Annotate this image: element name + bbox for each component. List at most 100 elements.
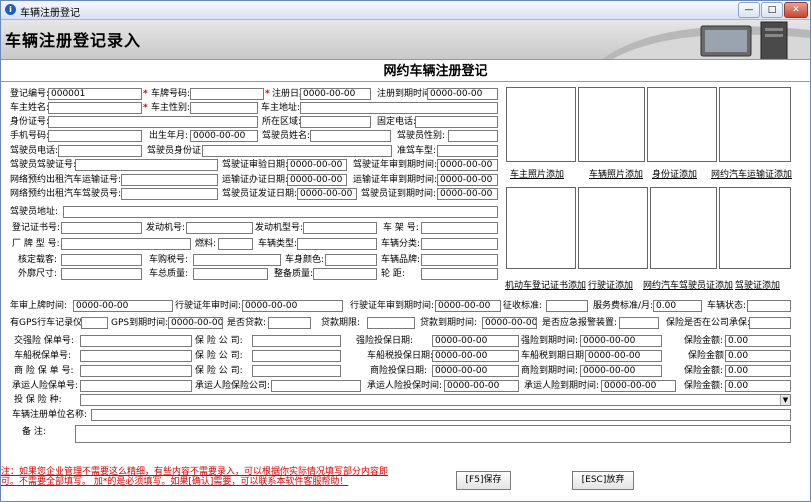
idno-input[interactable] (48, 116, 258, 128)
alarm-input[interactable] (619, 317, 659, 329)
commercial-amount-input[interactable]: 0.00 (725, 365, 791, 377)
factory-input[interactable] (61, 238, 191, 250)
purchase-tax-input[interactable] (193, 254, 281, 266)
gps-expire-input[interactable]: 0000-00-00 (168, 317, 223, 329)
loan-input[interactable] (268, 317, 311, 329)
owner-input[interactable] (48, 102, 142, 114)
fee-standard-input[interactable] (546, 300, 588, 312)
add-id-card-link[interactable]: 身份证添加 (652, 167, 697, 180)
transport-cert-photo-box[interactable] (719, 87, 791, 162)
add-driving-license-link[interactable]: 行驶证添加 (588, 278, 633, 291)
ci-policy-input[interactable] (80, 335, 192, 347)
cancel-button[interactable]: [ESC]放弃 (572, 471, 634, 490)
chevron-down-icon[interactable]: ▼ (780, 395, 790, 405)
id-card-photo-box[interactable] (647, 87, 717, 162)
save-button[interactable]: [F5]保存 (456, 471, 511, 490)
driver-addr-input[interactable] (63, 206, 498, 218)
driver-cert-input[interactable] (121, 188, 218, 200)
owner-photo-box[interactable] (506, 87, 576, 162)
commercial-expire-input[interactable]: 0000-00-00 (580, 365, 662, 377)
carrier-amount-input[interactable]: 0.00 (725, 380, 791, 392)
loan-expire-input[interactable]: 0000-00-00 (482, 317, 537, 329)
carrier-expire-input[interactable]: 0000-00-00 (601, 380, 676, 392)
brand-input[interactable] (421, 254, 498, 266)
loan-term-input[interactable] (367, 317, 415, 329)
tax-policy-input[interactable] (80, 350, 192, 362)
insurance-kind-select[interactable]: ▼ (80, 394, 791, 406)
add-reg-cert-link[interactable]: 机动车登记证书添加 (505, 278, 586, 291)
tax-expire-input[interactable]: 0000-00-00 (585, 350, 662, 362)
driver-cert-photo-box[interactable] (650, 187, 717, 269)
frame-input[interactable] (421, 222, 498, 234)
commercial-date-input[interactable]: 0000-00-00 (432, 365, 519, 377)
fuel-input[interactable] (218, 238, 253, 250)
ci-amount-input[interactable]: 0.00 (725, 335, 791, 347)
ins-company-input[interactable] (749, 317, 791, 329)
tax-date-input[interactable]: 0000-00-00 (432, 350, 519, 362)
driver-phone-input[interactable] (58, 145, 142, 157)
reg-no-input[interactable]: 000001 (48, 88, 142, 100)
cert-issue-input[interactable]: 0000-00-00 (297, 188, 357, 200)
commercial-policy-input[interactable] (80, 365, 192, 377)
carrier-policy-input[interactable] (80, 380, 192, 392)
allowed-type-input[interactable] (437, 145, 498, 157)
commercial-company-input[interactable] (252, 365, 341, 377)
vehicle-photo-box[interactable] (578, 87, 645, 162)
seats-input[interactable] (61, 254, 142, 266)
vehicle-type-input[interactable] (297, 238, 377, 250)
ci-date-input[interactable]: 0000-00-00 (432, 335, 519, 347)
service-fee-input[interactable]: 0.00 (653, 300, 702, 312)
reg-expire-input[interactable]: 0000-00-00 (427, 88, 498, 100)
plate-input[interactable] (190, 88, 264, 100)
area-input[interactable] (300, 116, 371, 128)
tax-amount-input[interactable]: 0.00 (725, 350, 791, 362)
body-color-input[interactable] (325, 254, 377, 266)
maximize-button[interactable]: □ (761, 2, 783, 18)
address-input[interactable] (300, 102, 498, 114)
transport-input[interactable] (121, 174, 218, 186)
driver-name-input[interactable] (310, 130, 391, 142)
birth-input[interactable]: 0000-00-00 (190, 130, 258, 142)
gps-input[interactable] (81, 317, 108, 329)
add-owner-photo-link[interactable]: 车主照片添加 (510, 167, 564, 180)
wheelbase-input[interactable] (421, 268, 498, 280)
driving-license-photo-box[interactable] (578, 187, 648, 269)
unit-name-input[interactable] (91, 409, 791, 421)
add-driver-license-link[interactable]: 驾驶证添加 (735, 278, 780, 291)
add-driver-cert-link[interactable]: 网约汽车驾驶员证添加 (643, 278, 733, 291)
first-plate-input[interactable]: 0000-00-00 (73, 300, 173, 312)
minimize-button[interactable]: — (738, 2, 760, 18)
transport-expire-input[interactable]: 0000-00-00 (437, 174, 498, 186)
reg-cert-photo-box[interactable] (506, 187, 576, 269)
driver-gender-input[interactable] (448, 130, 498, 142)
yearly-review-input[interactable]: 0000-00-00 (242, 300, 343, 312)
phone-input[interactable] (415, 116, 498, 128)
mobile-input[interactable] (48, 130, 142, 142)
tax-company-input[interactable] (252, 350, 341, 362)
total-mass-input[interactable] (193, 268, 268, 280)
lic-review-input[interactable]: 0000-00-00 (287, 159, 347, 171)
remarks-input[interactable] (75, 425, 791, 443)
close-button[interactable]: ✕ (784, 2, 808, 18)
yearly-expire-input[interactable]: 0000-00-00 (435, 300, 501, 312)
carrier-date-input[interactable]: 0000-00-00 (444, 380, 519, 392)
cert-expire-input[interactable]: 0000-00-00 (437, 188, 498, 200)
engine-model-input[interactable] (303, 222, 377, 234)
driver-license-photo-box[interactable] (719, 187, 791, 269)
ci-expire-input[interactable]: 0000-00-00 (580, 335, 662, 347)
add-transport-cert-link[interactable]: 网约汽车运输证添加 (711, 167, 792, 180)
reg-date-input[interactable]: 0000-00-00 (300, 88, 371, 100)
size-input[interactable] (61, 268, 142, 280)
transport-date-input[interactable]: 0000-00-00 (287, 174, 347, 186)
engine-input[interactable] (186, 222, 253, 234)
ci-company-input[interactable] (252, 335, 341, 347)
license-no-input[interactable] (75, 159, 218, 171)
gender-input[interactable] (190, 102, 258, 114)
cert-book-input[interactable] (61, 222, 142, 234)
vehicle-class-input[interactable] (421, 238, 498, 250)
driver-id-input[interactable] (202, 145, 392, 157)
add-vehicle-photo-link[interactable]: 车辆照片添加 (589, 167, 643, 180)
carrier-company-input[interactable] (271, 380, 361, 392)
lic-review-expire-input[interactable]: 0000-00-00 (437, 159, 498, 171)
curb-mass-input[interactable] (313, 268, 377, 280)
